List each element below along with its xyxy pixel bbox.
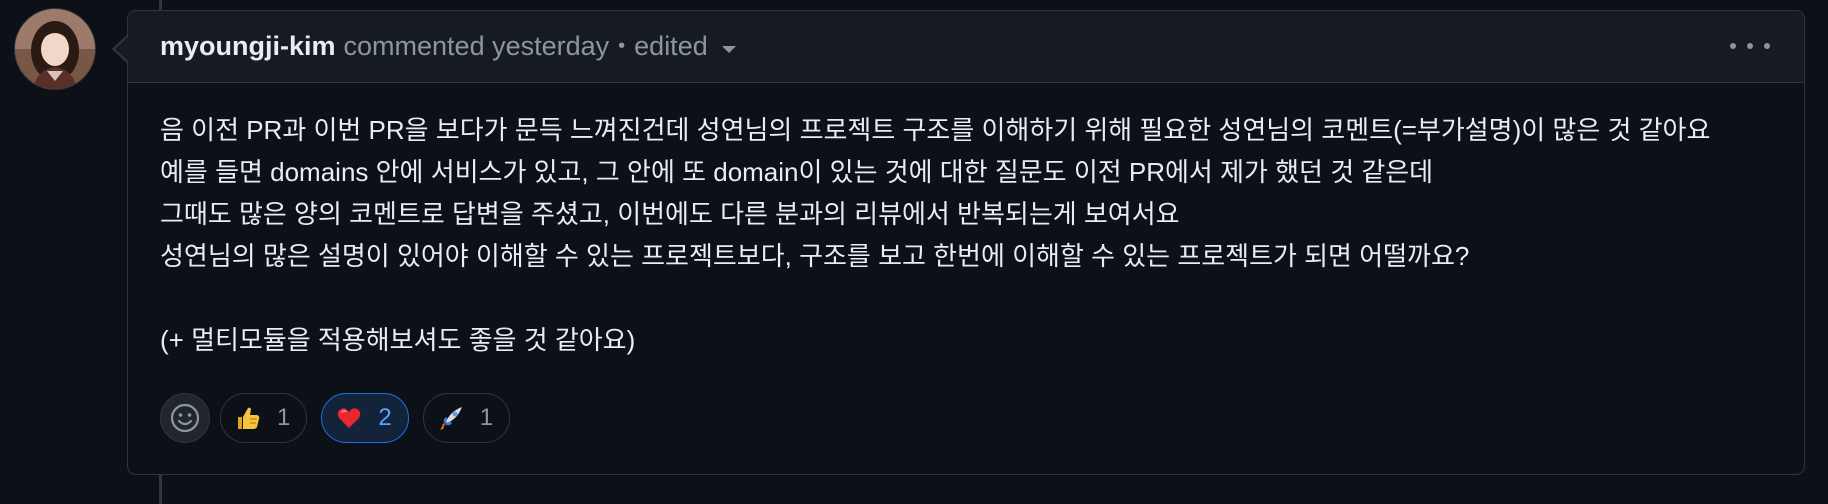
reaction-rocket[interactable]: 1: [422, 393, 511, 443]
edited-history-label[interactable]: edited: [634, 31, 708, 62]
comment-pointer-fill: [115, 36, 129, 62]
comment-line: 그때도 많은 양의 코멘트로 답변을 주셨고, 이번에도 다른 분과의 리뷰에서…: [160, 199, 1180, 229]
rocket-icon: [436, 403, 466, 433]
comment-author[interactable]: myoungji-kim: [160, 31, 336, 62]
comment-line: (+ 멀티모듈을 적용해보셔도 좋을 것 같아요): [160, 325, 636, 355]
smiley-icon: [170, 403, 200, 433]
reaction-heart[interactable]: 2: [321, 393, 409, 443]
heart-icon: [334, 403, 364, 433]
avatar[interactable]: [14, 8, 96, 90]
thumbs-up-icon: [233, 403, 263, 433]
separator-dot: •: [618, 35, 626, 57]
more-options-icon[interactable]: [1730, 33, 1770, 59]
comment-card: myoungji-kim commented yesterday • edite…: [127, 10, 1805, 475]
reaction-thumbs-up[interactable]: 1: [220, 393, 308, 443]
avatar-image: [15, 9, 95, 89]
add-reaction-button[interactable]: [160, 393, 210, 443]
comment-line: 예를 들면 domains 안에 서비스가 있고, 그 안에 또 domain이…: [160, 157, 1434, 187]
comment-line: 음 이전 PR과 이번 PR을 보다가 문득 느껴진건데 성연님의 프로젝트 구…: [160, 115, 1711, 145]
comment-line: 성연님의 많은 설명이 있어야 이해할 수 있는 프로젝트보다, 구조를 보고 …: [160, 241, 1470, 271]
comment-body: 음 이전 PR과 이번 PR을 보다가 문득 느껴진건데 성연님의 프로젝트 구…: [128, 83, 1804, 361]
comment-header: myoungji-kim commented yesterday • edite…: [128, 11, 1804, 83]
reaction-count: 1: [479, 404, 494, 431]
reaction-count: 2: [378, 404, 392, 431]
reactions-bar: 1 2 1: [160, 393, 524, 443]
comment-timestamp[interactable]: commented yesterday: [344, 31, 610, 62]
chevron-down-icon[interactable]: [721, 46, 736, 53]
reaction-count: 1: [277, 404, 291, 431]
